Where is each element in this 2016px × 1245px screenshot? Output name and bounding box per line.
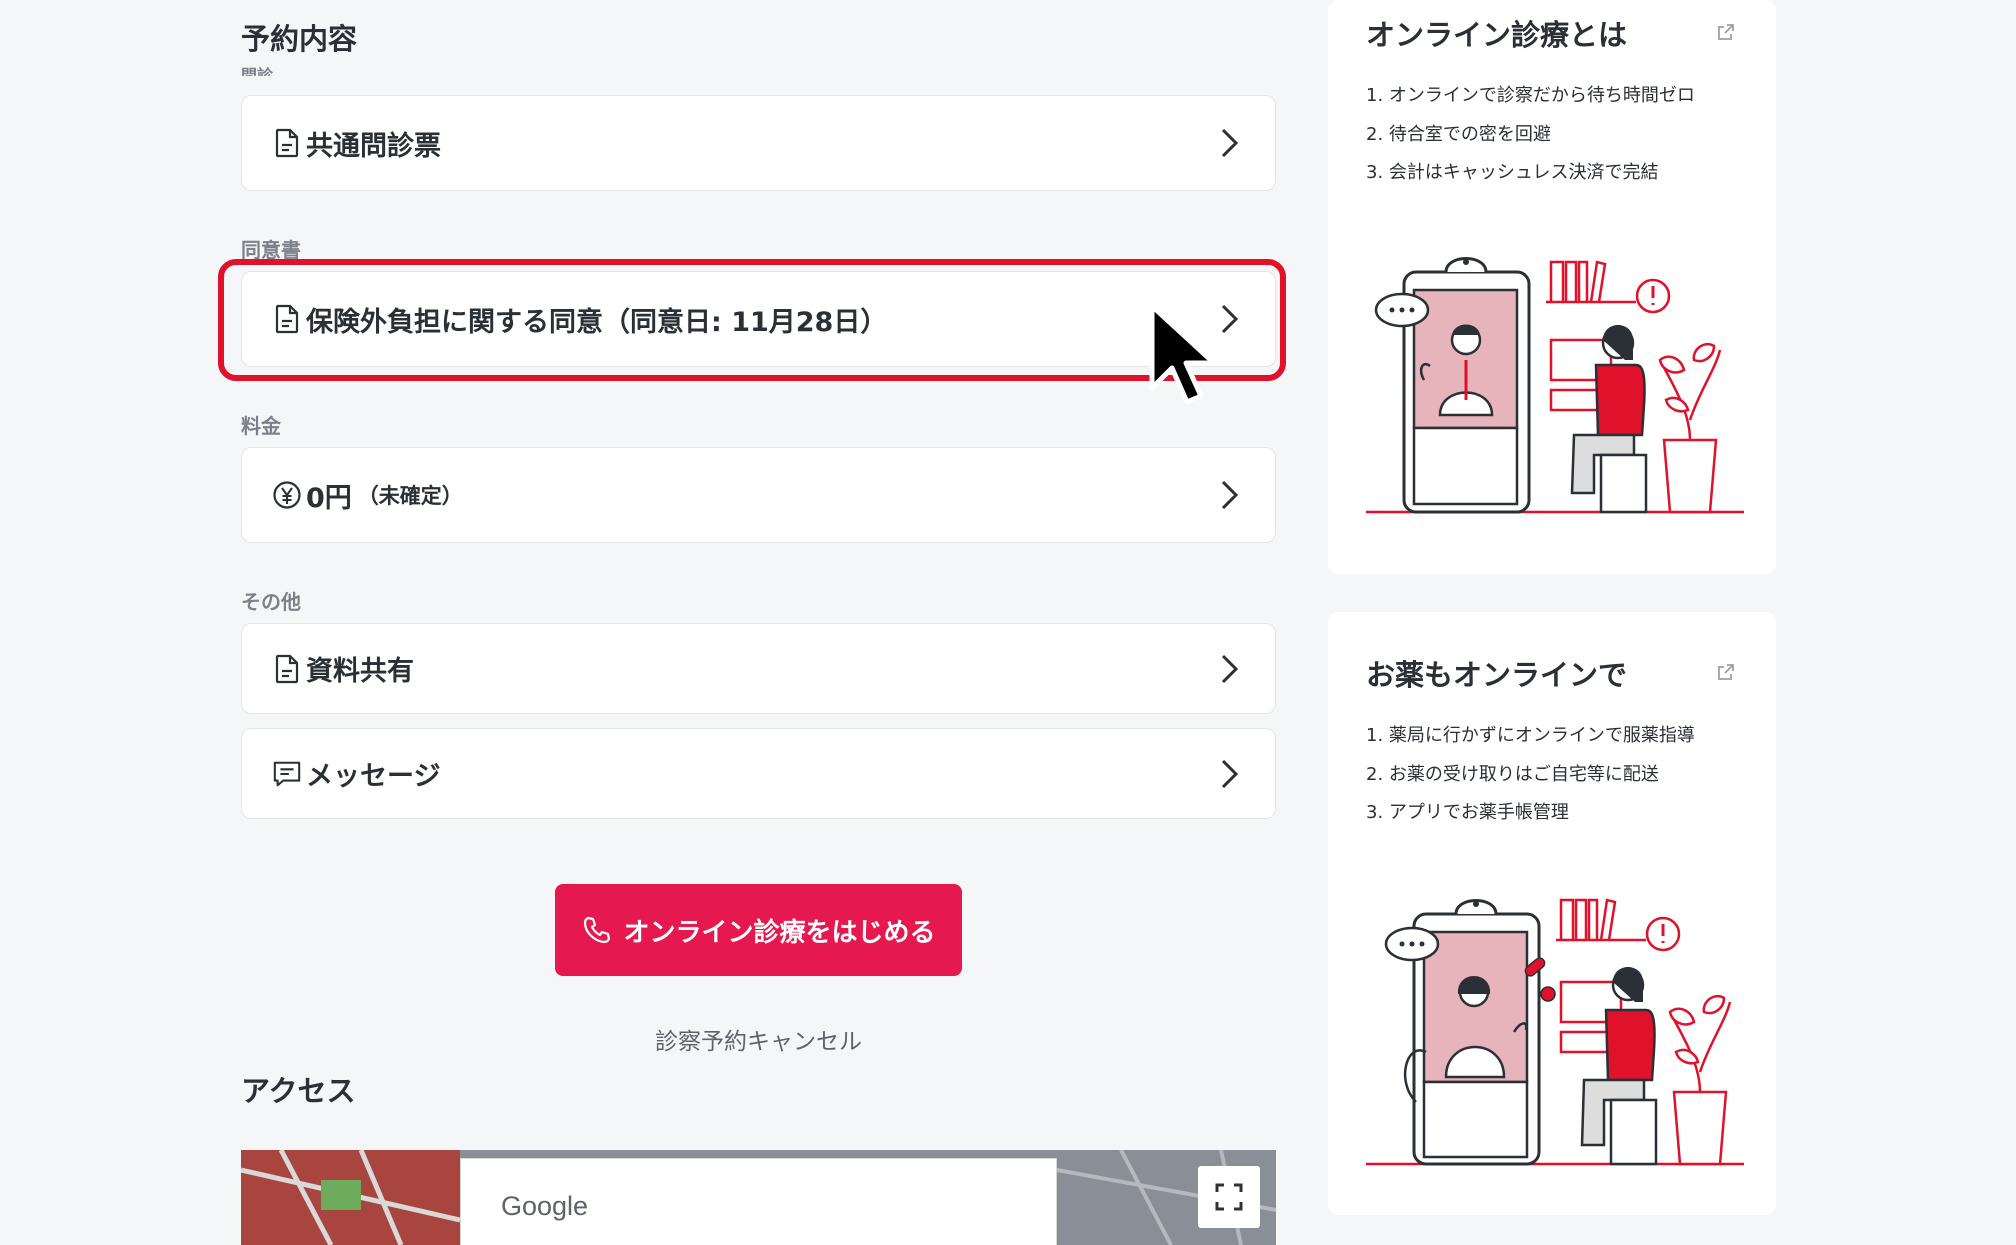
google-logo: Google — [501, 1191, 589, 1221]
fee-card[interactable]: 0円 （未確定） — [241, 447, 1276, 543]
fullscreen-button[interactable] — [1198, 1166, 1260, 1228]
online-consultation-info-card: オンライン診療とは 1. オンラインで診察だから待ち時間ゼロ 2. 待合室での密… — [1328, 0, 1776, 574]
map-overlay: Google — [460, 1158, 1057, 1245]
start-online-consultation-button[interactable]: オンライン診療をはじめる — [555, 884, 962, 976]
phone-icon — [584, 916, 611, 944]
consent-item-label: 保険外負担に関する同意（同意日: 11月28日） — [306, 306, 888, 338]
side-card-title: オンライン診療とは — [1366, 18, 1628, 52]
medicine-consultation-illustration — [1366, 898, 1744, 1166]
side-card-points: 1. 薬局に行かずにオンラインで服薬指導 2. お薬の受け取りはご自宅等に配送 … — [1366, 717, 1695, 833]
message-icon — [272, 759, 302, 789]
side-card-title: お薬もオンラインで — [1366, 658, 1628, 692]
chevron-right-icon — [1221, 759, 1239, 788]
monshin-card[interactable]: 共通問診票 — [241, 95, 1276, 191]
document-icon — [272, 654, 302, 684]
documents-item-label: 資料共有 — [306, 656, 414, 687]
other-label: その他 — [241, 590, 301, 614]
documents-card[interactable]: 資料共有 — [241, 623, 1276, 714]
list-item: 2. お薬の受け取りはご自宅等に配送 — [1366, 763, 1659, 785]
consent-label: 同意書 — [241, 238, 301, 262]
list-item: 3. 会計はキャッシュレス決済で完結 — [1366, 162, 1659, 183]
cancel-reservation-link[interactable]: 診察予約キャンセル — [555, 1022, 962, 1056]
fullscreen-icon — [1215, 1183, 1243, 1211]
list-item: 1. オンラインで診察だから待ち時間ゼロ — [1366, 85, 1695, 106]
message-card[interactable]: メッセージ — [241, 728, 1276, 819]
fee-note: （未確定） — [357, 484, 463, 508]
message-item-label: メッセージ — [306, 761, 441, 792]
chevron-right-icon — [1221, 304, 1239, 334]
chevron-right-icon — [1221, 128, 1239, 158]
doctor-consultation-illustration — [1366, 257, 1744, 514]
list-item: 2. 待合室での密を回避 — [1366, 123, 1551, 145]
map-view[interactable]: Google — [241, 1150, 1276, 1245]
external-link-icon[interactable] — [1716, 662, 1736, 682]
list-item: 3. アプリでお薬手帳管理 — [1366, 802, 1569, 823]
side-card-points: 1. オンラインで診察だから待ち時間ゼロ 2. 待合室での密を回避 3. 会計は… — [1366, 77, 1695, 193]
document-icon — [272, 128, 302, 158]
reservation-title: 予約内容 — [241, 22, 358, 56]
chevron-right-icon — [1221, 654, 1239, 683]
chevron-right-icon — [1221, 480, 1239, 510]
fee-amount: 0円 — [306, 482, 352, 514]
monshin-label: 問診 — [241, 66, 274, 76]
online-medicine-info-card: お薬もオンラインで 1. 薬局に行かずにオンラインで服薬指導 2. お薬の受け取… — [1328, 612, 1776, 1215]
list-item: 1. 薬局に行かずにオンラインで服薬指導 — [1366, 725, 1695, 746]
consent-card[interactable]: 保険外負担に関する同意（同意日: 11月28日） — [241, 271, 1276, 367]
access-title: アクセス — [241, 1074, 356, 1108]
monshin-item-label: 共通問診票 — [306, 130, 441, 162]
mouse-cursor — [1149, 303, 1217, 405]
external-link-icon[interactable] — [1716, 22, 1736, 42]
yen-icon — [272, 480, 302, 510]
document-icon — [272, 304, 302, 334]
fee-label: 料金 — [241, 414, 281, 438]
start-button-label: オンライン診療をはじめる — [623, 917, 936, 948]
